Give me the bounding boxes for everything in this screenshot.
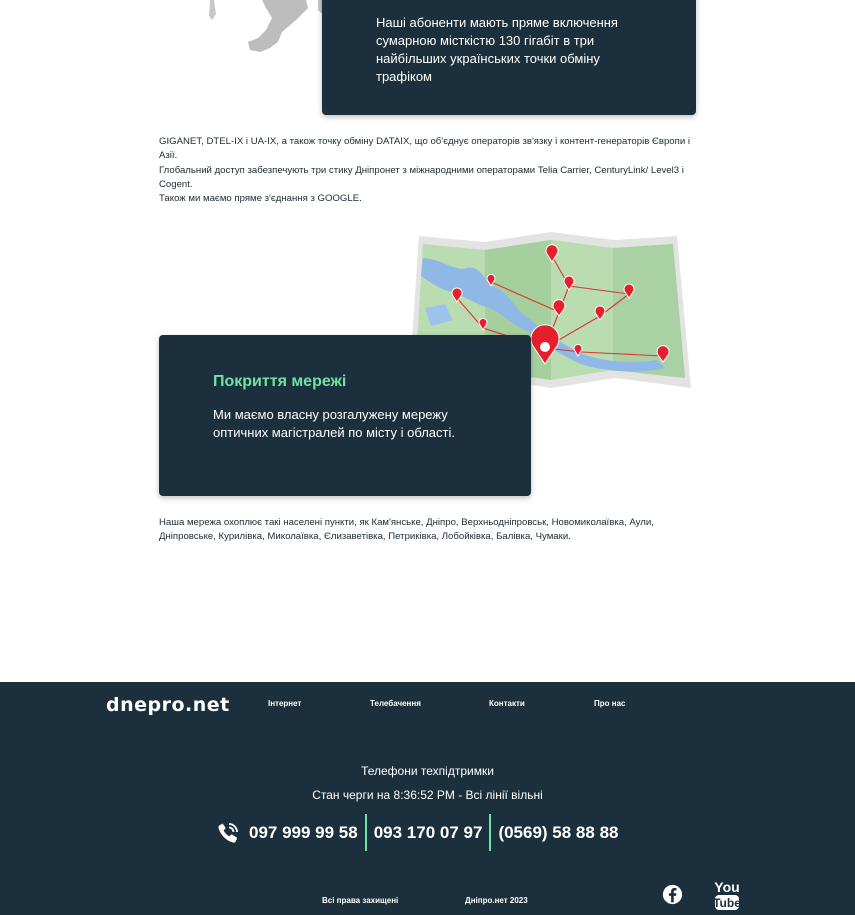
exchange-info: GIGANET, DTEL-IX і UA-IX, а також точку … [159,135,699,206]
phone-divider [489,814,492,851]
peering-card-text: Наші абоненти мають пряме включення сума… [376,15,618,84]
nav-link-tv[interactable]: Телебачення [370,699,421,708]
support-phones: 097 999 99 58 093 170 07 97 (0569) 58 88… [216,814,618,851]
support-title: Телефони техпідтримки [361,764,494,778]
phone-number-2[interactable]: 093 170 07 97 [374,823,483,843]
nav-link-contacts[interactable]: Контакти [489,699,525,708]
exchange-info-line: GIGANET, DTEL-IX і UA-IX, а також точку … [159,136,690,162]
coverage-card-title: Покриття мережі [213,373,347,390]
phone-number-1[interactable]: 097 999 99 58 [249,823,358,843]
peering-card: Наші абоненти мають пряме включення сума… [322,0,696,115]
footer-logo[interactable]: dnepro.net [106,694,230,716]
phone-number-3[interactable]: (0569) 58 88 88 [498,823,618,843]
exchange-info-line: Глобальний доступ забезпечують три стику… [159,164,684,190]
exchange-info-line: Також ми маємо пряме з'єднання з GOOGLE. [159,193,362,205]
europe-map-fragment [209,0,324,52]
youtube-word-you: You [714,879,739,895]
youtube-word-tube: Tube [713,896,741,910]
phone-icon [218,822,238,843]
coverage-card: Покриття мережі Ми маємо власну розгалуж… [159,335,531,496]
copyright-brand: Дніпро.нет 2023 [465,896,528,905]
coverage-info: Наша мережа охоплює такі населені пункти… [159,516,699,545]
coverage-info-text: Наша мережа охоплює такі населені пункти… [159,517,654,543]
phone-divider [364,814,367,851]
site-footer: dnepro.net Інтернет Телебачення Контакти… [0,682,855,915]
queue-status: Стан черги на 8:36:52 PM - Всі лінії віл… [312,788,543,802]
facebook-icon[interactable] [662,884,683,905]
nav-link-internet[interactable]: Інтернет [268,699,301,708]
copyright-rights: Всі права захищені [322,896,399,905]
youtube-icon[interactable]: You Tube [713,879,741,911]
coverage-card-text: Ми маємо власну розгалужену мережу оптич… [213,407,455,440]
nav-link-about[interactable]: Про нас [594,699,625,708]
